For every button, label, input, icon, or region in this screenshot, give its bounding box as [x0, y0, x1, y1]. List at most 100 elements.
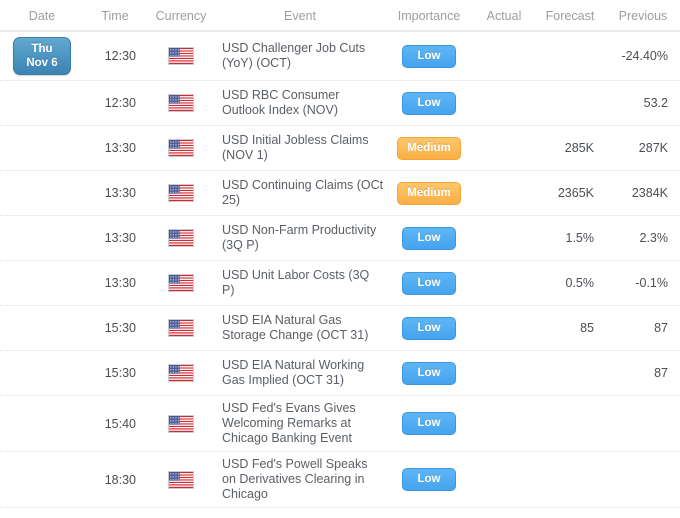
event-title[interactable]: USD RBC Consumer Outlook Index (NOV) [222, 88, 384, 118]
event-title[interactable]: USD Non-Farm Productivity (3Q P) [222, 223, 384, 253]
cell-event: USD Fed's Evans Gives Welcoming Remarks … [216, 401, 384, 446]
cell-importance: Low [384, 361, 474, 385]
event-title[interactable]: USD Challenger Job Cuts (YoY) (OCT) [222, 41, 384, 71]
table-row[interactable]: 15:30 USD EIA Natural Gas Storage Change … [0, 306, 680, 351]
importance-badge: Low [402, 226, 456, 250]
cell-forecast: 85 [580, 321, 594, 335]
us-flag-icon [168, 274, 194, 292]
cell-event: USD EIA Natural Gas Storage Change (OCT … [216, 313, 384, 343]
cell-event: USD Non-Farm Productivity (3Q P) [216, 223, 384, 253]
table-row[interactable]: 13:30 USD Non-Farm Productivity (3Q P) Low… [0, 216, 680, 261]
cell-event: USD Unit Labor Costs (3Q P) [216, 268, 384, 298]
cell-previous: -0.1% [635, 276, 668, 290]
cell-currency [146, 94, 216, 112]
cell-previous: 2384K [631, 186, 668, 200]
us-flag-icon [168, 414, 194, 433]
cell-previous: 87 [654, 366, 668, 380]
cell-currency [146, 364, 216, 382]
cell-importance: Low [384, 91, 474, 115]
cell-importance: Low [384, 468, 474, 491]
column-header-date[interactable]: Date [0, 9, 84, 30]
cell-event: USD Initial Jobless Claims (NOV 1) [216, 133, 384, 163]
table-row[interactable]: 18:30 USD Fed's Powell Speaks on Derivati… [0, 452, 680, 508]
cell-importance: Low [384, 44, 474, 68]
cell-currency [146, 229, 216, 247]
cell-time: 15:30 [104, 321, 136, 335]
date-badge-monthday: Nov 6 [26, 57, 58, 69]
cell-event: USD RBC Consumer Outlook Index (NOV) [216, 88, 384, 118]
table-row[interactable]: 13:30 USD Unit Labor Costs (3Q P) Low 0.5% -… [0, 261, 680, 306]
column-header-event[interactable]: Event [216, 9, 384, 30]
column-header-time[interactable]: Time [84, 9, 146, 30]
us-flag-icon [168, 94, 194, 112]
importance-badge: Low [402, 91, 456, 115]
event-title[interactable]: USD Unit Labor Costs (3Q P) [222, 268, 384, 298]
table-row[interactable]: 13:30 USD Continuing Claims (OCt 25) Mediu… [0, 171, 680, 216]
cell-date: Thu Nov 6 [0, 37, 84, 75]
cell-forecast: 1.5% [565, 231, 595, 245]
table-row[interactable]: 12:30 USD RBC Consumer Outlook Index (NOV… [0, 81, 680, 126]
cell-event: USD EIA Natural Working Gas Implied (OCT… [216, 358, 384, 388]
table-row[interactable]: Thu Nov 6 12:30 USD Challenger Job Cuts (Yo… [0, 32, 680, 81]
cell-event: USD Fed's Powell Speaks on Derivatives C… [216, 457, 384, 502]
cell-time: 13:30 [104, 231, 136, 245]
cell-time: 12:30 [104, 96, 136, 110]
cell-previous: 287K [638, 141, 668, 155]
event-title[interactable]: USD EIA Natural Working Gas Implied (OCT… [222, 358, 384, 388]
cell-event: USD Challenger Job Cuts (YoY) (OCT) [216, 41, 384, 71]
cell-time: 13:30 [104, 276, 136, 290]
cell-previous: 2.3% [639, 231, 669, 245]
us-flag-icon [168, 139, 194, 157]
economic-calendar: Date Time Currency Event Importance Actu… [0, 0, 680, 518]
cell-previous: 53.2 [643, 96, 668, 110]
table-header-row: Date Time Currency Event Importance Actu… [0, 0, 680, 32]
column-header-importance[interactable]: Importance [384, 9, 474, 30]
column-header-currency[interactable]: Currency [146, 9, 216, 30]
importance-badge: Medium [397, 136, 461, 160]
date-badge[interactable]: Thu Nov 6 [13, 37, 71, 75]
importance-badge: Low [402, 468, 456, 491]
cell-event: USD Continuing Claims (OCt 25) [216, 178, 384, 208]
event-title[interactable]: USD Fed's Powell Speaks on Derivatives C… [222, 457, 384, 502]
table-row[interactable]: 13:30 USD Initial Jobless Claims (NOV 1) M… [0, 126, 680, 171]
us-flag-icon [168, 364, 194, 382]
us-flag-icon [168, 319, 194, 337]
us-flag-icon [168, 229, 194, 247]
cell-importance: Medium [384, 136, 474, 160]
cell-importance: Low [384, 412, 474, 435]
importance-badge: Low [402, 316, 456, 340]
cell-importance: Low [384, 226, 474, 250]
cell-time: 18:30 [104, 472, 136, 487]
cell-currency [146, 414, 216, 433]
event-title[interactable]: USD Fed's Evans Gives Welcoming Remarks … [222, 401, 384, 446]
cell-importance: Low [384, 316, 474, 340]
importance-badge: Low [402, 44, 456, 68]
cell-time: 13:30 [104, 141, 136, 155]
importance-badge: Medium [397, 181, 461, 205]
event-title[interactable]: USD EIA Natural Gas Storage Change (OCT … [222, 313, 384, 343]
us-flag-icon [168, 470, 194, 489]
cell-time: 15:30 [104, 366, 136, 380]
table-row[interactable]: 15:30 USD EIA Natural Working Gas Implied… [0, 351, 680, 396]
cell-importance: Low [384, 271, 474, 295]
calendar-rows: Thu Nov 6 12:30 USD Challenger Job Cuts (Yo… [0, 32, 680, 508]
date-badge-weekday: Thu [31, 43, 53, 55]
importance-badge: Low [402, 412, 456, 435]
cell-previous: 87 [654, 321, 668, 335]
event-title[interactable]: USD Continuing Claims (OCt 25) [222, 178, 384, 208]
importance-badge: Low [402, 271, 456, 295]
cell-forecast: 2365K [557, 186, 594, 200]
column-header-previous[interactable]: Previous [606, 9, 680, 30]
importance-badge: Low [402, 361, 456, 385]
column-header-forecast[interactable]: Forecast [534, 9, 606, 30]
column-header-actual[interactable]: Actual [474, 9, 534, 30]
us-flag-icon [168, 47, 194, 65]
table-row[interactable]: 15:40 USD Fed's Evans Gives Welcoming Rem… [0, 396, 680, 452]
cell-time: 13:30 [104, 186, 136, 200]
cell-currency [146, 47, 216, 65]
cell-forecast: 285K [564, 141, 594, 155]
cell-importance: Medium [384, 181, 474, 205]
event-title[interactable]: USD Initial Jobless Claims (NOV 1) [222, 133, 384, 163]
cell-time: 12:30 [104, 49, 136, 63]
cell-currency [146, 139, 216, 157]
